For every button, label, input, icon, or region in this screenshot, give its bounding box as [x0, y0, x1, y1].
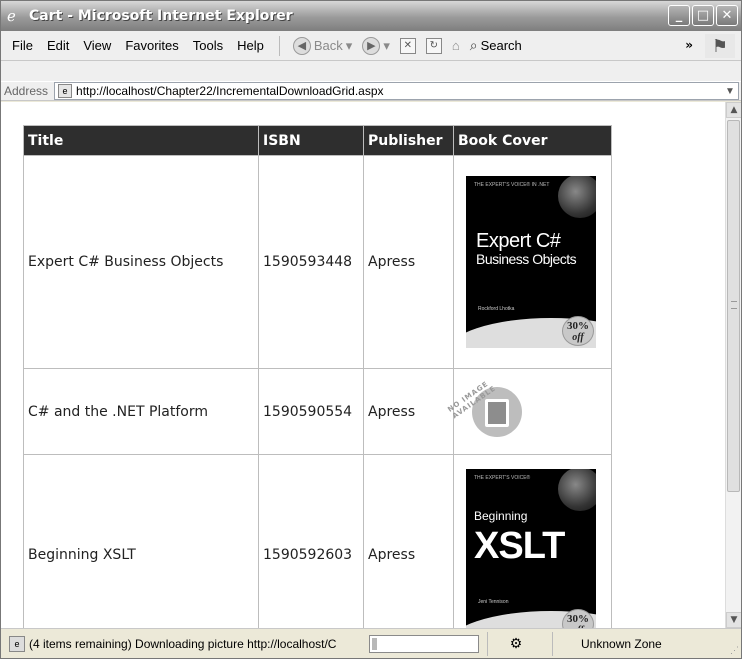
stop-icon: ✕: [399, 37, 416, 54]
cover-title-line2: Business Objects: [476, 251, 577, 267]
window-controls: _ □ ✕: [668, 5, 738, 26]
resize-grip-icon[interactable]: ⋰: [730, 645, 739, 656]
forward-arrow-icon: ▶: [362, 36, 381, 55]
no-image-available-icon: NO IMAGE AVAILABLE: [446, 379, 544, 445]
progress-fill: [372, 637, 377, 650]
status-bar: e (4 items remaining) Downloading pictur…: [1, 628, 741, 658]
scroll-grip-icon: [731, 301, 737, 309]
scroll-up-icon[interactable]: ▲: [726, 102, 741, 118]
cover-globe: [558, 176, 596, 218]
minimize-button[interactable]: _: [668, 5, 690, 26]
book-cover-image: THE EXPERT'S VOICE® IN .NET Expert C# Bu…: [466, 176, 596, 348]
menu-view[interactable]: View: [76, 38, 118, 53]
browser-window: ℯ Cart - Microsoft Internet Explorer _ □…: [0, 0, 742, 659]
page-icon: e: [58, 84, 73, 98]
window-title: Cart - Microsoft Internet Explorer: [29, 8, 293, 24]
home-icon: ⌂: [451, 38, 460, 53]
cover-series: THE EXPERT'S VOICE®: [474, 474, 531, 481]
table-row: Expert C# Business Objects 1590593448 Ap…: [23, 155, 612, 369]
page-viewport: Title ISBN Publisher Book Cover Expert C…: [1, 102, 741, 628]
page-loading-icon: e: [9, 635, 25, 652]
cell-title: Beginning XSLT: [23, 454, 259, 628]
cover-title-line2: XSLT: [474, 524, 565, 567]
books-grid: Title ISBN Publisher Book Cover Expert C…: [23, 125, 612, 628]
refresh-button[interactable]: ↻: [421, 37, 447, 54]
cell-isbn: 1590593448: [258, 155, 364, 369]
cell-cover: THE EXPERT'S VOICE® Beginning XSLT Jeni …: [453, 454, 612, 628]
address-bar: Address e http://localhost/Chapter22/Inc…: [1, 81, 741, 101]
table-row: C# and the .NET Platform 1590590554 Apre…: [23, 368, 612, 455]
vertical-scrollbar[interactable]: ▲ ▼: [725, 102, 741, 628]
cell-title: Expert C# Business Objects: [23, 155, 259, 369]
back-button[interactable]: ◀ Back ▾: [288, 36, 357, 55]
security-zone: Unknown Zone: [581, 636, 662, 651]
menu-favorites[interactable]: Favorites: [118, 38, 185, 53]
back-label: Back: [313, 38, 343, 53]
security-icon: ⚙: [509, 635, 523, 651]
address-url: http://localhost/Chapter22/IncrementalDo…: [76, 84, 384, 98]
cell-publisher: Apress: [363, 155, 454, 369]
search-label: Search: [480, 38, 522, 53]
menu-file[interactable]: File: [5, 38, 40, 53]
menu-bar: File Edit View Favorites Tools Help ◀ Ba…: [1, 31, 741, 61]
scroll-down-icon[interactable]: ▼: [726, 612, 741, 628]
download-progress-bar: [369, 634, 479, 653]
home-button[interactable]: ⌂: [447, 38, 465, 53]
badge-off: off: [572, 332, 584, 343]
cover-title-line1: Beginning: [474, 508, 528, 523]
stop-button[interactable]: ✕: [395, 37, 421, 54]
toolbar-separator: [278, 35, 280, 56]
close-button[interactable]: ✕: [716, 5, 738, 26]
no-image-door: [485, 398, 509, 427]
scroll-thumb[interactable]: [727, 120, 740, 492]
toolbar-spacer: [1, 61, 741, 81]
cover-title: Expert C# Business Objects: [476, 230, 577, 267]
address-label: Address: [4, 84, 49, 98]
toolbar-overflow-chevron-icon[interactable]: »: [685, 38, 693, 52]
page-content: Title ISBN Publisher Book Cover Expert C…: [1, 102, 725, 628]
book-cover-image: THE EXPERT'S VOICE® Beginning XSLT Jeni …: [466, 468, 596, 628]
refresh-icon: ↻: [425, 37, 442, 54]
grid-header-row: Title ISBN Publisher Book Cover: [23, 125, 612, 156]
header-cover: Book Cover: [453, 125, 612, 156]
cover-author: Rockford Lhotka: [478, 306, 515, 312]
search-button[interactable]: ⌕ Search: [465, 37, 527, 54]
menu-tools[interactable]: Tools: [186, 38, 230, 53]
badge-percent: 30%: [567, 612, 589, 625]
back-arrow-icon: ◀: [292, 36, 311, 55]
cell-isbn: 1590590554: [258, 368, 364, 455]
cover-globe: [558, 468, 596, 511]
chevron-down-icon: ▾: [383, 37, 390, 53]
cell-publisher: Apress: [363, 454, 454, 628]
menu-edit[interactable]: Edit: [40, 38, 76, 53]
cover-author: Jeni Tennison: [478, 598, 509, 605]
cell-title: C# and the .NET Platform: [23, 368, 259, 455]
address-dropdown-icon[interactable]: ▼: [723, 83, 737, 99]
header-publisher: Publisher: [363, 125, 454, 156]
cell-cover: NO IMAGE AVAILABLE: [446, 368, 612, 455]
cover-series: THE EXPERT'S VOICE® IN .NET: [474, 182, 550, 188]
windows-logo-icon: ⚑: [705, 34, 735, 58]
ie-icon: ℯ: [7, 7, 16, 25]
chevron-down-icon: ▾: [345, 37, 353, 53]
status-text: (4 items remaining) Downloading picture …: [29, 636, 337, 651]
badge-percent: 30%: [567, 320, 589, 332]
header-isbn: ISBN: [258, 125, 364, 156]
menu-help[interactable]: Help: [230, 38, 271, 53]
cover-title: Beginning XSLT: [474, 508, 565, 567]
table-row: Beginning XSLT 1590592603 Apress THE EXP…: [23, 454, 612, 628]
forward-button[interactable]: ▶ ▾: [357, 36, 395, 55]
search-icon: ⌕: [469, 37, 478, 53]
cell-isbn: 1590592603: [258, 454, 364, 628]
cover-title-line1: Expert C#: [476, 230, 561, 252]
cell-cover: THE EXPERT'S VOICE® IN .NET Expert C# Bu…: [453, 155, 612, 369]
discount-badge: 30% off: [562, 316, 594, 346]
address-input[interactable]: e http://localhost/Chapter22/Incremental…: [54, 82, 739, 100]
maximize-button[interactable]: □: [692, 5, 714, 26]
cell-publisher: Apress: [363, 368, 454, 455]
title-bar: ℯ Cart - Microsoft Internet Explorer _ □…: [1, 1, 741, 31]
header-title: Title: [23, 125, 259, 156]
